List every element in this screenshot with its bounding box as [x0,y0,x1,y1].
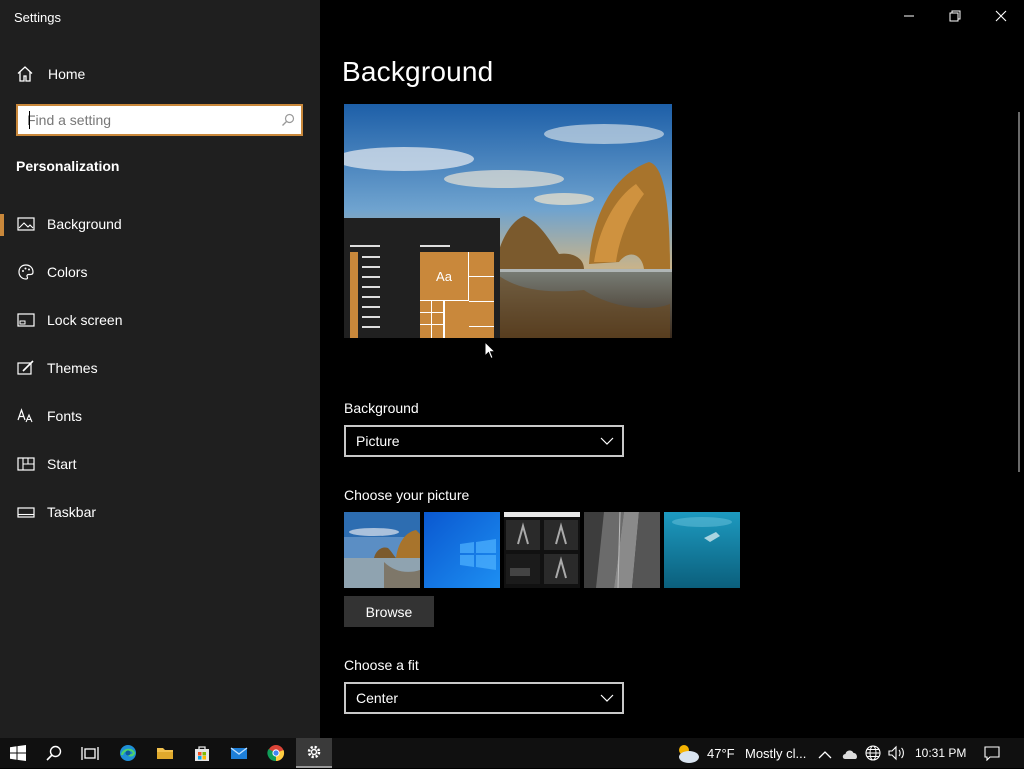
sidebar-item-label: Lock screen [47,312,123,328]
chevron-down-icon [592,437,622,445]
search-input[interactable] [18,107,275,133]
sidebar-item-label: Colors [47,264,88,280]
preview-line [350,245,380,247]
sidebar-item-label: Start [47,456,77,472]
search-icon[interactable] [275,107,301,133]
mail-icon [230,747,248,759]
sidebar-item-lock-screen[interactable]: Lock screen [0,300,320,340]
taskbar: 47°F Mostly cl... 10:31 PM [0,738,1024,768]
close-button[interactable] [978,0,1024,32]
weather-temperature[interactable]: 47°F [707,746,735,761]
clock-time[interactable]: 10:31 PM [915,746,966,760]
weather-condition[interactable]: Mostly cl... [745,746,806,761]
preview-list-lines [362,256,380,336]
taskbar-icon [17,503,35,521]
search-icon [46,745,62,761]
preview-tile-text: Aa [420,252,469,301]
background-label: Background [344,400,419,416]
fit-dropdown[interactable]: Center [344,682,624,714]
sidebar-item-label: Background [47,216,122,232]
picture-thumbnail-5[interactable] [664,512,740,588]
choose-picture-label: Choose your picture [344,487,470,503]
search-box[interactable] [16,104,303,136]
folder-icon [157,748,173,759]
file-explorer-button[interactable] [147,738,183,768]
picture-thumbnail-2[interactable] [424,512,500,588]
minimize-icon [904,15,914,17]
start-icon [17,455,35,473]
picture-icon [17,215,35,233]
onedrive-cloud-icon[interactable] [841,747,859,765]
window-title: Settings [14,10,61,25]
mail-button[interactable] [221,738,257,768]
page-title: Background [342,56,494,87]
section-title: Personalization [16,158,120,174]
choose-fit-label: Choose a fit [344,657,419,673]
sidebar: Settings Home Personalization Background… [0,0,320,738]
windows-logo-icon [10,745,26,761]
preview-tile-column [469,252,494,338]
settings-taskbar-button[interactable] [296,738,332,768]
picture-thumbnail-4[interactable] [584,512,660,588]
store-icon [195,746,209,761]
store-button[interactable] [184,738,220,768]
weather-icon[interactable] [674,742,700,769]
browse-button[interactable]: Browse [344,596,434,627]
home-label: Home [48,66,86,82]
start-button[interactable] [0,738,36,768]
background-preview: Aa [344,104,672,338]
search-button[interactable] [36,738,72,768]
sidebar-item-label: Taskbar [47,504,97,520]
palette-icon [17,263,35,281]
chevron-down-icon [592,694,622,702]
brush-icon [17,359,35,377]
home-link[interactable]: Home [16,64,85,84]
preview-start-tiles-strip [350,252,358,338]
sidebar-item-colors[interactable]: Colors [0,252,320,292]
preview-line [420,245,450,247]
edge-icon [120,745,136,761]
preview-tiles: Aa [420,252,494,338]
gear-icon [307,745,321,759]
task-view-button[interactable] [72,738,108,768]
preview-small-tiles [420,301,444,338]
lock-screen-icon [17,311,35,329]
chevron-up-icon[interactable] [818,747,832,765]
sidebar-item-label: Fonts [47,408,83,424]
restore-button[interactable] [932,0,978,32]
volume-icon[interactable] [888,745,906,766]
sidebar-item-themes[interactable]: Themes [0,348,320,388]
restore-icon [949,10,961,22]
task-view-icon [81,747,99,760]
network-globe-icon[interactable] [865,745,881,766]
scrollbar[interactable] [1018,112,1020,472]
minimize-button[interactable] [886,0,932,32]
home-icon [16,65,34,83]
notifications-icon[interactable] [984,745,1000,766]
mouse-pointer-icon [484,340,497,365]
chrome-button[interactable] [258,738,294,768]
sidebar-item-start[interactable]: Start [0,444,320,484]
fit-dropdown-value: Center [356,690,399,706]
sidebar-item-label: Themes [47,360,98,376]
background-dropdown-value: Picture [356,433,400,449]
chrome-icon [267,745,285,762]
sidebar-item-fonts[interactable]: Fonts [0,396,320,436]
close-icon [995,10,1007,22]
fonts-icon [17,407,35,425]
text-caret [29,111,30,129]
picture-thumbnail-3[interactable] [504,512,580,588]
background-dropdown[interactable]: Picture [344,425,624,457]
sidebar-item-taskbar[interactable]: Taskbar [0,492,320,532]
edge-button[interactable] [110,738,146,768]
picture-thumbnail-1[interactable] [344,512,420,588]
sidebar-item-background[interactable]: Background [0,204,320,244]
